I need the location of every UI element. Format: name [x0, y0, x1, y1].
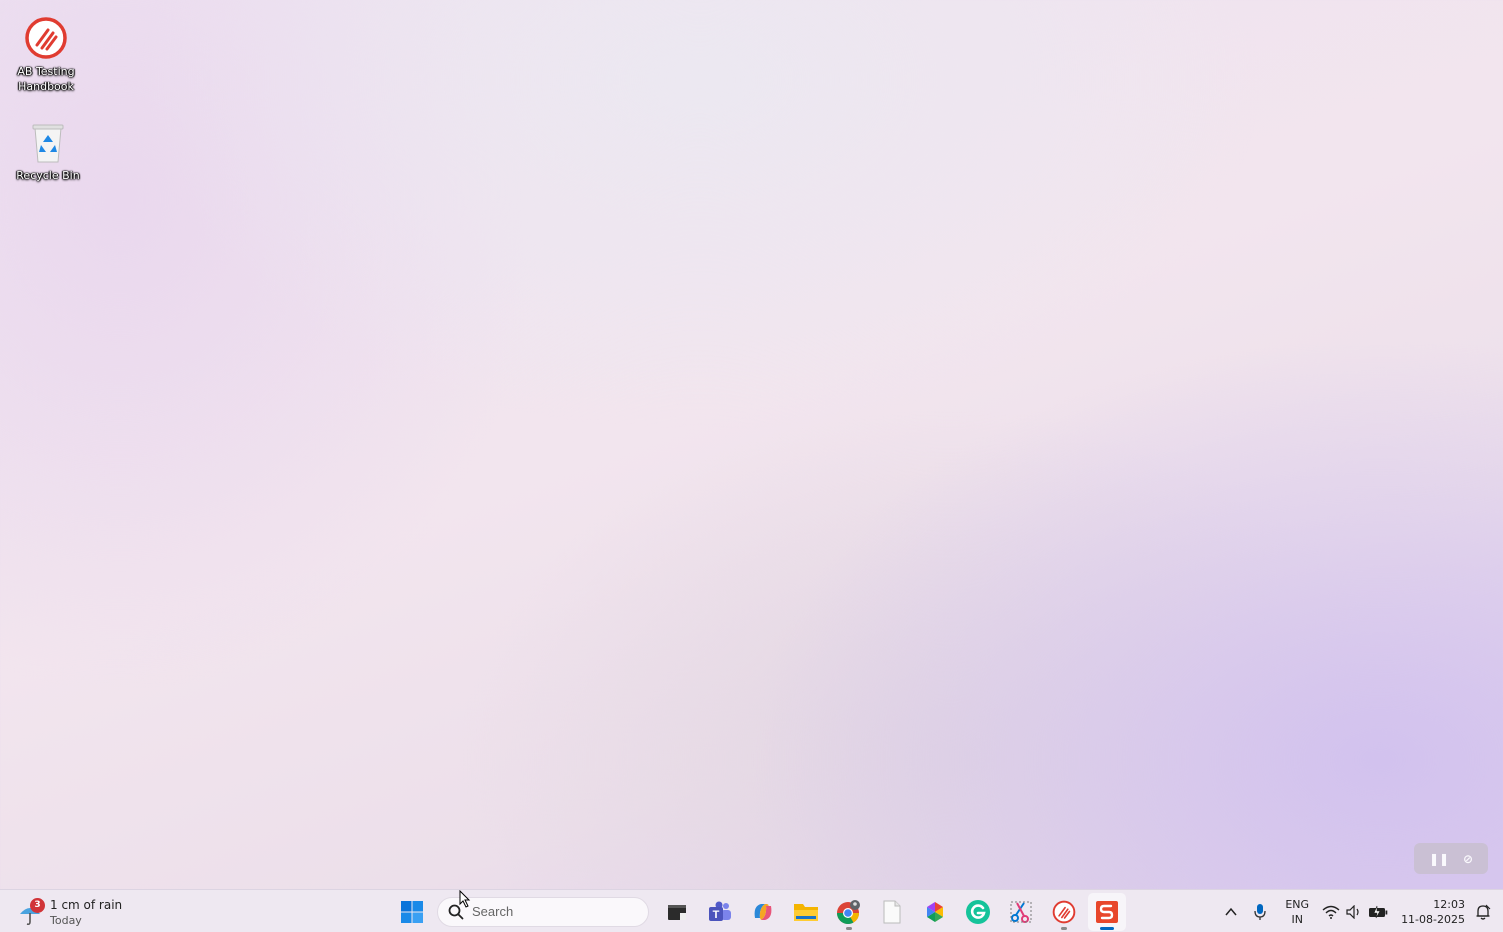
recycle-bin-icon [32, 124, 64, 163]
quick-settings-button[interactable] [1317, 896, 1393, 928]
system-tray: ENG IN 12:03 11-08-2025 [1219, 890, 1503, 932]
taskbar-app-copilot[interactable] [744, 893, 782, 931]
desktop[interactable]: AB Testing Handbook Recycle Bin ❚❚ ⊘ [0, 0, 1503, 889]
windows-logo-icon [400, 900, 423, 923]
active-indicator [1099, 926, 1114, 930]
language-code: ENG [1285, 897, 1310, 911]
umbrella-icon: 3 [16, 898, 45, 926]
scissors-icon [1010, 901, 1031, 923]
taskbar-app-terminal[interactable] [658, 893, 696, 931]
svg-text:T: T [712, 909, 719, 921]
ab-testing-handbook-icon [1052, 900, 1075, 923]
chrome-icon [836, 899, 860, 924]
taskbar-app-screen-recorder[interactable] [1087, 892, 1126, 931]
desktop-icon-label: Recycle Bin [16, 169, 80, 182]
folder-icon [793, 903, 818, 921]
mouse-cursor-icon [459, 890, 471, 908]
camera-off-icon[interactable]: ⊘ [1463, 852, 1473, 866]
copilot-icon [754, 903, 771, 920]
taskbar-center: Search T [390, 890, 1128, 932]
file-icon [883, 900, 900, 923]
wifi-icon [1322, 905, 1340, 919]
microphone-icon [1254, 903, 1267, 920]
input-language-button[interactable]: ENG IN [1277, 897, 1317, 927]
clock-date: 11-08-2025 [1401, 912, 1465, 926]
desktop-icon-recycle-bin[interactable]: Recycle Bin [8, 120, 88, 183]
running-indicator [1060, 926, 1067, 930]
notification-badge: 3 [30, 898, 45, 913]
notification-bell-icon [1476, 904, 1491, 920]
taskbar-app-teams[interactable]: T [701, 893, 739, 931]
grammarly-icon [965, 899, 990, 924]
pause-icon[interactable]: ❚❚ [1429, 852, 1449, 866]
recorder-icon [1095, 900, 1118, 923]
taskbar-app-snipping-tool[interactable] [1002, 893, 1040, 931]
terminal-icon [667, 904, 686, 920]
language-region: IN [1291, 912, 1303, 926]
taskbar-app-ab-testing-handbook[interactable] [1045, 893, 1083, 931]
photos-icon [926, 901, 943, 922]
desktop-icon-ab-testing-handbook[interactable]: AB Testing Handbook [6, 16, 86, 94]
taskbar-app-chrome[interactable] [830, 893, 868, 931]
clock-button[interactable]: 12:03 11-08-2025 [1393, 897, 1471, 927]
weather-text: 1 cm of rain [50, 897, 123, 912]
taskbar-app-photos[interactable] [916, 893, 954, 931]
taskbar: 3 1 cm of rain Today Search T ENG IN 12:… [0, 889, 1503, 932]
taskbar-app-grammarly[interactable] [959, 893, 997, 931]
recording-control-widget[interactable]: ❚❚ ⊘ [1414, 843, 1488, 874]
chevron-up-icon [1225, 907, 1237, 915]
taskbar-app-notepad[interactable] [873, 893, 911, 931]
running-indicator [845, 926, 852, 930]
start-button[interactable] [393, 893, 431, 931]
weather-widget[interactable]: 3 1 cm of rain Today [16, 895, 122, 929]
taskbar-app-file-explorer[interactable] [787, 893, 825, 931]
battery-icon [1369, 905, 1388, 918]
weather-day: Today [50, 913, 82, 927]
search-placeholder: Search [472, 904, 514, 919]
notifications-button[interactable] [1471, 896, 1503, 928]
volume-icon [1346, 904, 1359, 919]
ab-testing-handbook-icon [25, 17, 67, 59]
microphone-button[interactable] [1243, 896, 1277, 928]
clock-time: 12:03 [1433, 897, 1465, 911]
show-hidden-icons-button[interactable] [1219, 896, 1243, 928]
desktop-icon-label: AB Testing Handbook [17, 65, 75, 93]
teams-icon: T [708, 901, 731, 921]
